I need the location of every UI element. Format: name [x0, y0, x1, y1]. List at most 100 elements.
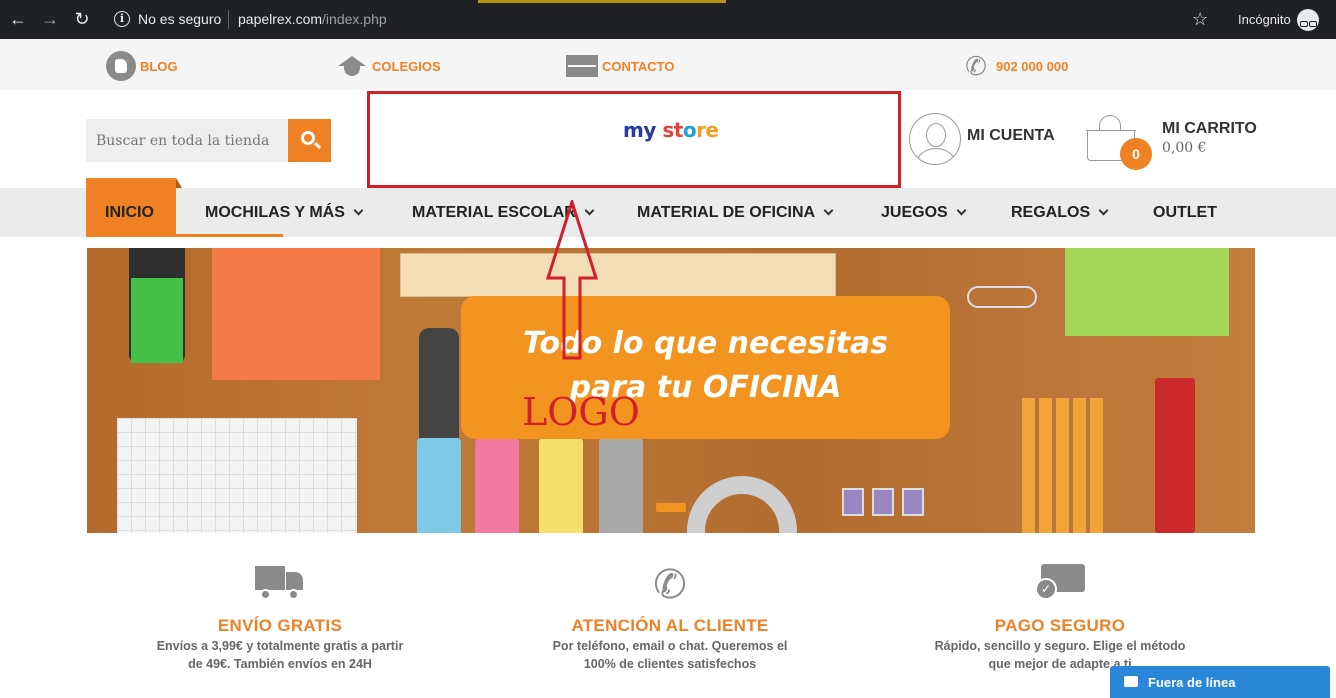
feature-desc-line: Rápido, sencillo y seguro. Elige el méto… — [934, 639, 1186, 653]
nav-label: MOCHILAS Y MÁS — [205, 204, 345, 221]
orange-sticky-note — [212, 248, 380, 380]
feature-desc-line: Envíos a 3,99€ y totalmente gratis a par… — [156, 639, 404, 653]
notebook — [117, 418, 357, 533]
truck-cab — [286, 572, 303, 590]
feature-title: ENVÍO GRATIS — [217, 616, 343, 635]
banner-headline-1: Todo lo que necesitas — [522, 326, 889, 361]
nav-item-mochilas[interactable]: MOCHILAS Y MÁS — [205, 188, 364, 237]
feature-title: PAGO SEGURO — [994, 616, 1126, 635]
pink-highlighter — [475, 438, 519, 533]
contact-label: CONTACTO — [602, 58, 675, 74]
url-domain: papelrex.com — [238, 11, 323, 27]
search-button[interactable] — [288, 119, 331, 162]
search-box — [86, 119, 288, 162]
chevron-down-icon — [823, 205, 834, 216]
binder-clip — [902, 488, 924, 516]
pencil — [1022, 398, 1035, 533]
pencil — [1056, 398, 1069, 533]
reload-icon[interactable]: ↻ — [72, 9, 92, 29]
incognito-label: Incógnito — [1238, 12, 1291, 27]
nav-label: OUTLET — [1153, 204, 1217, 221]
highlighter-cap — [419, 328, 459, 443]
binder-clip — [872, 488, 894, 516]
card-shape: ✓ — [1035, 560, 1085, 602]
live-chat-widget[interactable]: Fuera de línea — [1110, 666, 1330, 698]
feature-free-shipping: ENVÍO GRATIS Envíos a 3,99€ y totalmente… — [130, 560, 430, 672]
chat-status-label: Fuera de línea — [1148, 675, 1236, 690]
binder-clips — [842, 488, 957, 528]
ruler-image — [400, 253, 836, 297]
not-secure-label[interactable]: No es seguro — [138, 11, 221, 27]
pencil — [1073, 398, 1086, 533]
logo-part-3: o — [682, 118, 697, 142]
chevron-down-icon — [1098, 205, 1109, 216]
store-logo[interactable]: my store — [623, 118, 719, 142]
account-link[interactable]: MI CUENTA — [967, 127, 1055, 145]
feature-desc-line: 100% de clientes satisfechos — [583, 657, 757, 671]
blogger-icon — [106, 51, 136, 81]
annotation-arrow-icon — [546, 200, 598, 360]
logo-part-2: st — [662, 118, 683, 142]
nav-item-juegos[interactable]: JUEGOS — [881, 188, 967, 237]
envelope-icon — [566, 55, 598, 77]
forward-arrow-icon[interactable]: → — [40, 9, 60, 29]
blue-highlighter — [417, 438, 461, 533]
search-input[interactable] — [86, 119, 288, 162]
feature-desc-line: de 49€. También envíos en 24H — [188, 657, 372, 671]
search-icon — [301, 131, 315, 145]
slider-indicator[interactable] — [656, 503, 686, 512]
chevron-down-icon — [353, 205, 364, 216]
check-icon: ✓ — [1035, 578, 1057, 600]
nav-item-inicio[interactable]: INICIO — [105, 188, 154, 237]
back-arrow-icon[interactable]: ← — [8, 9, 28, 29]
bookmark-star-icon[interactable]: ☆ — [1192, 9, 1208, 30]
address-separator — [228, 10, 229, 29]
nav-item-outlet[interactable]: OUTLET — [1153, 188, 1217, 237]
top-info-bar: BLOG COLEGIOS CONTACTO ✆ 902 000 000 — [0, 39, 1336, 90]
logo-part-1: my — [623, 118, 663, 142]
schools-link[interactable]: COLEGIOS — [336, 51, 441, 81]
feature-title: ATENCIÓN AL CLIENTE — [571, 616, 769, 635]
chat-envelope-icon — [1124, 676, 1138, 687]
tab-strip-edge — [478, 0, 726, 3]
contact-link[interactable]: CONTACTO — [566, 51, 674, 81]
cart-total: 0,00 € — [1162, 140, 1207, 156]
logo-highlight-box: my store — [367, 91, 901, 188]
green-sticky-note — [1065, 248, 1229, 336]
user-avatar-icon[interactable] — [909, 113, 961, 165]
phone-link[interactable]: ✆ 902 000 000 — [960, 51, 1068, 81]
schools-label: COLEGIOS — [372, 58, 441, 74]
truck-shape — [255, 560, 305, 602]
phone-icon: ✆ — [965, 51, 987, 81]
truck-wheel — [288, 589, 299, 600]
phone-number: 902 000 000 — [996, 58, 1069, 74]
blog-label: BLOG — [140, 58, 178, 74]
nav-item-regalos[interactable]: REGALOS — [1011, 188, 1109, 237]
truck-wheel — [260, 589, 271, 600]
grey-highlighter — [599, 438, 643, 533]
url-text[interactable]: papelrex.com/index.php — [238, 11, 387, 27]
hero-banner[interactable]: Todo lo que necesitas para tu OFICINA — [87, 248, 1255, 533]
nav-label: MATERIAL DE OFICINA — [637, 204, 816, 221]
nav-label: REGALOS — [1011, 204, 1091, 221]
nav-label: JUEGOS — [881, 204, 948, 221]
cart-link[interactable]: MI CARRITO — [1162, 120, 1257, 138]
binder-clip — [842, 488, 864, 516]
feature-desc-line: Por teléfono, email o chat. Queremos el — [552, 639, 788, 653]
logo-part-4: re — [696, 118, 719, 142]
yellow-highlighter — [539, 438, 583, 533]
truck-icon — [255, 560, 305, 610]
incognito-icon[interactable] — [1297, 9, 1319, 31]
blog-link[interactable]: BLOG — [106, 51, 178, 81]
box-cutter — [1155, 378, 1195, 533]
pencil — [1090, 398, 1103, 533]
credit-card-icon: ✓ — [1035, 560, 1085, 610]
info-icon[interactable]: i — [114, 11, 130, 27]
nav-label: INICIO — [105, 204, 154, 221]
truck-body — [255, 566, 285, 590]
annotation-logo-label: LOGO — [522, 390, 640, 434]
feature-secure-payment: ✓ PAGO SEGURO Rápido, sencillo y seguro.… — [910, 560, 1210, 672]
browser-toolbar: ← → ↻ i No es seguro papelrex.com/index.… — [0, 0, 1336, 39]
site-header: my store MI CUENTA 0 MI CARRITO 0,00 € — [0, 90, 1336, 188]
nav-item-material-oficina[interactable]: MATERIAL DE OFICINA — [637, 188, 834, 237]
